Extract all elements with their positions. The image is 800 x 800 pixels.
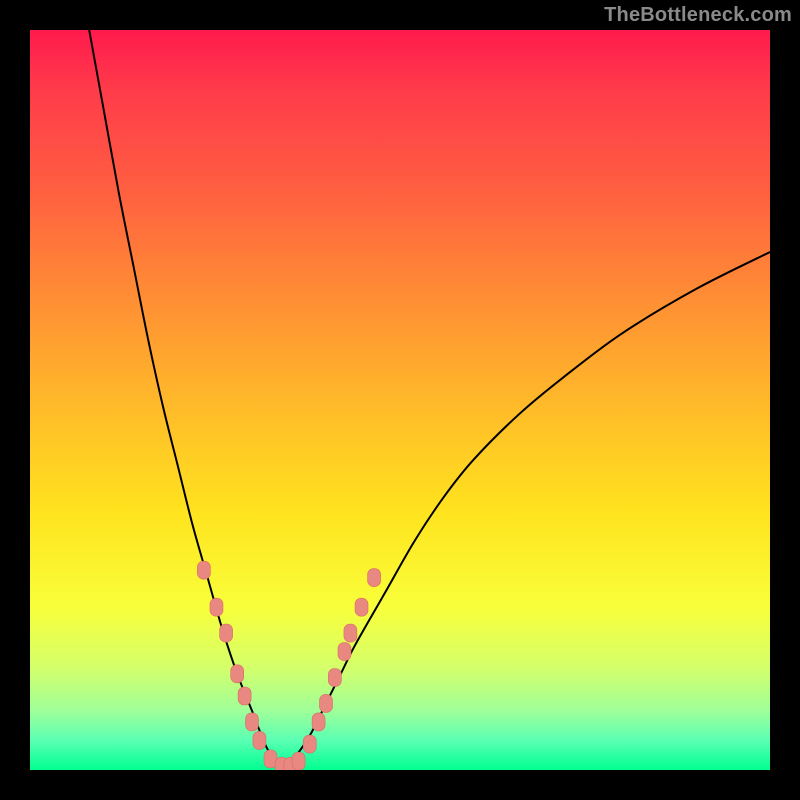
data-marker (253, 731, 266, 749)
data-marker (312, 713, 325, 731)
data-marker (292, 752, 305, 770)
curve-right-curve (282, 252, 770, 770)
data-marker (238, 687, 251, 705)
data-marker (303, 735, 316, 753)
watermark-text: TheBottleneck.com (604, 4, 792, 27)
data-marker (344, 624, 357, 642)
data-marker (320, 694, 333, 712)
data-marker (231, 665, 244, 683)
data-marker (368, 569, 381, 587)
data-marker (338, 643, 351, 661)
curve-left-curve (89, 30, 281, 770)
data-marker (355, 598, 368, 616)
marker-group (197, 561, 380, 770)
data-marker (220, 624, 233, 642)
chart-frame: TheBottleneck.com (0, 0, 800, 800)
chart-svg (30, 30, 770, 770)
data-marker (246, 713, 259, 731)
data-marker (197, 561, 210, 579)
curve-group (89, 30, 770, 770)
data-marker (210, 598, 223, 616)
data-marker (328, 669, 341, 687)
plot-area (30, 30, 770, 770)
